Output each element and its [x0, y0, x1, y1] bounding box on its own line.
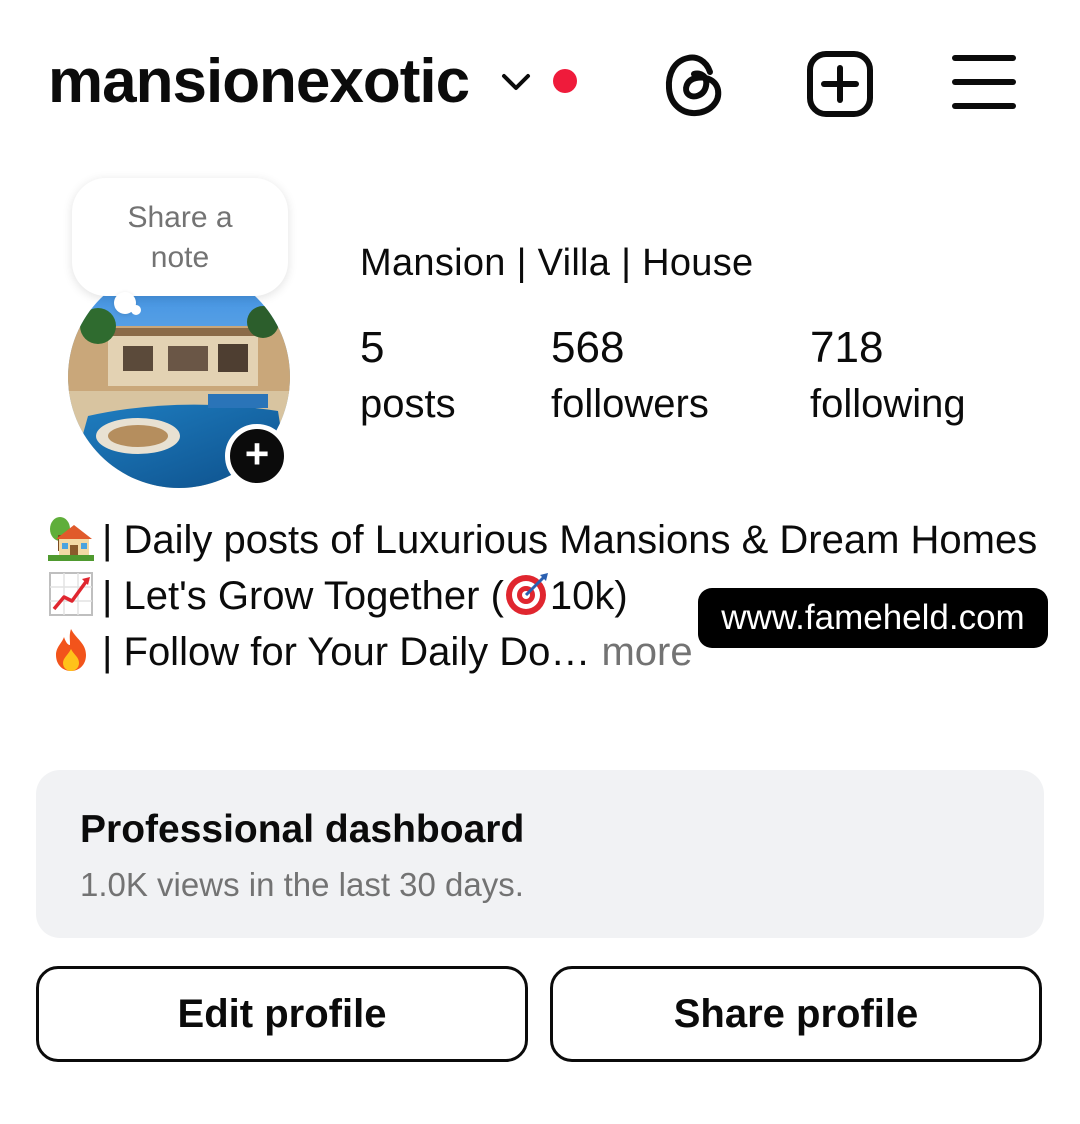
bio-text: | Follow for Your Daily Do… — [102, 630, 591, 674]
share-note-bubble[interactable]: Share a note — [72, 178, 288, 296]
bio-text: | Daily posts of Luxurious Mansions & Dr… — [102, 518, 1038, 562]
stat-value: 718 — [810, 323, 884, 372]
notification-dot — [553, 69, 577, 93]
stat-label: posts — [360, 382, 456, 426]
stat-posts[interactable]: 5 posts — [360, 322, 456, 434]
edit-profile-button[interactable]: Edit profile — [36, 966, 528, 1062]
share-note-label: Share a note — [127, 201, 233, 274]
share-profile-button[interactable]: Share profile — [550, 966, 1042, 1062]
stat-value: 568 — [551, 323, 625, 372]
note-tail — [131, 305, 141, 315]
display-name: Mansion | Villa | House — [360, 242, 754, 284]
top-bar: mansionexotic — [0, 0, 1080, 160]
stat-label: followers — [551, 382, 709, 426]
chart-increasing-icon — [49, 572, 93, 616]
target-icon — [505, 573, 548, 615]
professional-dashboard-card[interactable]: Professional dashboard 1.0K views in the… — [36, 770, 1044, 938]
bio-text: | Let's Grow Together ( — [102, 574, 504, 618]
new-post-icon[interactable] — [806, 50, 874, 118]
bio-more-link[interactable]: more — [601, 630, 692, 674]
menu-icon[interactable] — [952, 52, 1016, 112]
stat-value: 5 — [360, 323, 385, 372]
fire-icon — [56, 629, 86, 671]
dashboard-subtitle: 1.0K views in the last 30 days. — [80, 866, 524, 903]
house-with-garden-icon — [48, 517, 94, 561]
add-story-button[interactable]: + — [225, 424, 289, 488]
bio-line: | Daily posts of Luxurious Mansions & Dr… — [48, 512, 1048, 568]
chevron-down-icon[interactable] — [498, 66, 534, 98]
stat-label: following — [810, 382, 966, 426]
stat-following[interactable]: 718 following — [810, 322, 966, 434]
username-title[interactable]: mansionexotic — [48, 46, 470, 118]
stat-followers[interactable]: 568 followers — [551, 322, 709, 434]
watermark-label: www.fameheld.com — [698, 588, 1048, 648]
dashboard-title: Professional dashboard — [80, 808, 525, 851]
threads-icon[interactable] — [660, 50, 730, 120]
bio-text: 10k) — [549, 574, 628, 618]
